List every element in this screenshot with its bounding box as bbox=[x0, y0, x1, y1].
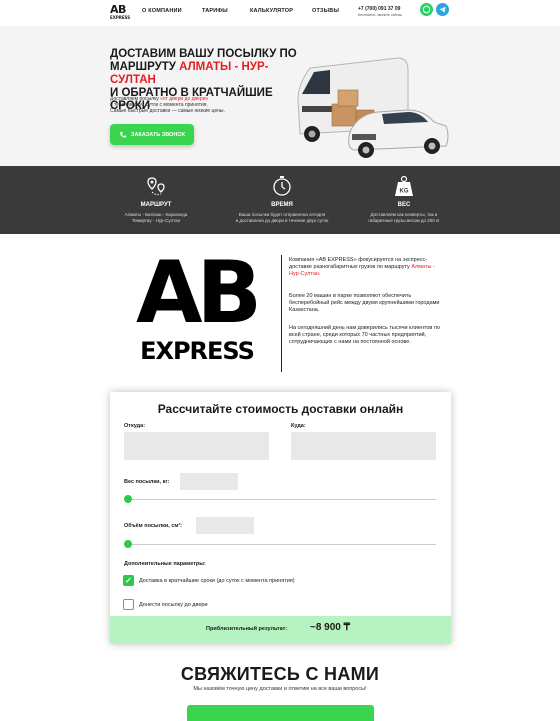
logo-wordmark: EXPRESS bbox=[110, 15, 131, 20]
feature-weight-line2: габаритные грузы весом до 200 кг bbox=[368, 218, 440, 223]
about-logo-wordmark: EXPRESS bbox=[140, 337, 255, 365]
feature-time-title: ВРЕМЯ bbox=[271, 202, 293, 208]
fast-delivery-label: Доставка в кратчайшие сроки (до суток с … bbox=[139, 578, 295, 584]
feature-route-line1: Алматы - Балхаш - Караганда bbox=[124, 212, 188, 217]
logo[interactable]: AB EXPRESS bbox=[110, 4, 130, 20]
nav-calculator[interactable]: КАЛЬКУЛЯТОР bbox=[250, 8, 293, 14]
route-pin-icon bbox=[147, 177, 165, 196]
order-call-button[interactable]: ЗАКАЗАТЬ ЗВОНОК bbox=[110, 124, 194, 145]
svg-text:KG: KG bbox=[400, 189, 409, 195]
volume-label: Объём посылки, см³: bbox=[124, 523, 183, 529]
telegram-icon[interactable] bbox=[436, 3, 449, 16]
feature-weight-desc: Доставляем как конверты, так и габаритны… bbox=[334, 212, 474, 224]
feature-weight-line1: Доставляем как конверты, так и bbox=[370, 212, 438, 217]
hero-description: Доставляем посылку «от двери до двери» в… bbox=[110, 96, 285, 114]
weight-kg-icon: KG bbox=[395, 175, 413, 196]
hero-title-line1: ДОСТАВИМ ВАШУ ПОСЫЛКУ ПО bbox=[110, 48, 297, 60]
feature-route-desc: Алматы - Балхаш - Караганда Темиртау - Н… bbox=[86, 212, 226, 224]
door-delivery-label: Донести посылку до двери bbox=[139, 602, 208, 608]
weight-slider-track[interactable] bbox=[124, 499, 436, 500]
calculator-title: Рассчитайте стоимость доставки онлайн bbox=[157, 402, 404, 416]
weight-slider-handle[interactable] bbox=[124, 495, 132, 503]
check-icon: ✓ bbox=[125, 576, 132, 585]
about-paragraph-2: Более 20 машин в парке позволяют обеспеч… bbox=[289, 293, 440, 313]
result-label: Приблизительный результат: bbox=[206, 626, 288, 632]
features-band: МАРШРУТ Алматы - Балхаш - Караганда Теми… bbox=[0, 166, 560, 234]
feature-time-line2: и доставлена до двери в течение двух сут… bbox=[235, 218, 329, 223]
from-input[interactable] bbox=[124, 432, 269, 460]
hero-text-line3: Самые быстрые доставки — самые низкие це… bbox=[110, 108, 225, 114]
feature-time-desc: Ваша посылка будет отправлена сегодня и … bbox=[212, 212, 352, 224]
fast-delivery-checkbox[interactable]: ✓ bbox=[123, 575, 134, 586]
result-bar: Приблизительный результат: ~8 900 ₸ bbox=[110, 616, 451, 644]
contact-title: СВЯЖИТЕСЬ С НАМИ bbox=[180, 664, 380, 684]
extra-params-label: Дополнительные параметры: bbox=[124, 561, 206, 567]
feature-route-title: МАРШРУТ bbox=[140, 202, 172, 208]
weight-label: Вес посылки, кг: bbox=[124, 479, 170, 485]
nav-about[interactable]: О КОМПАНИИ bbox=[142, 8, 182, 14]
delivery-calculator: Рассчитайте стоимость доставки онлайн От… bbox=[110, 392, 451, 644]
about-p1-end: . bbox=[318, 271, 321, 277]
phone-icon bbox=[120, 131, 127, 138]
to-label: Куда: bbox=[291, 423, 306, 429]
feature-time-line1: Ваша посылка будет отправлена сегодня bbox=[238, 212, 326, 217]
volume-input[interactable] bbox=[196, 517, 254, 534]
about-p1-text: Компания «AB EXPRESS» фокусируется на эк… bbox=[289, 257, 428, 270]
feature-weight-title: ВЕС bbox=[397, 202, 411, 208]
whatsapp-icon[interactable] bbox=[420, 3, 433, 16]
contact-button[interactable] bbox=[187, 705, 374, 721]
nav-tariffs[interactable]: ТАРИФЫ bbox=[202, 8, 228, 14]
contact-subtitle: Мы назовём точную цену доставки и ответи… bbox=[193, 686, 367, 692]
feature-route-line2: Темиртау - Нур-Султан bbox=[131, 218, 181, 223]
to-input[interactable] bbox=[291, 432, 436, 460]
result-value: ~8 900 ₸ bbox=[310, 622, 351, 633]
order-call-label: ЗАКАЗАТЬ ЗВОНОК bbox=[131, 131, 185, 138]
hero-vehicles-image bbox=[297, 57, 449, 158]
hero-title-line2: МАРШРУТУ bbox=[110, 61, 180, 73]
about-divider bbox=[281, 255, 282, 372]
about-logo-mark: AB bbox=[135, 243, 262, 343]
nav-reviews[interactable]: ОТЗЫВЫ bbox=[312, 8, 339, 14]
door-delivery-checkbox[interactable] bbox=[123, 599, 134, 610]
from-label: Откуда: bbox=[124, 423, 146, 429]
header: AB EXPRESS О КОМПАНИИ ТАРИФЫ КАЛЬКУЛЯТОР… bbox=[0, 0, 560, 26]
weight-input[interactable] bbox=[180, 473, 238, 490]
volume-slider-track[interactable] bbox=[124, 544, 436, 545]
about-paragraph-1: Компания «AB EXPRESS» фокусируется на эк… bbox=[289, 257, 441, 278]
phone-note: Бесплатно, звоните сейчас bbox=[358, 13, 403, 17]
stopwatch-icon bbox=[273, 176, 291, 196]
about-paragraph-3: На сегодняшний день нам доверились тысяч… bbox=[289, 325, 440, 345]
phone-number[interactable]: +7 (700) 091 37 09 bbox=[358, 6, 400, 12]
volume-slider-handle[interactable] bbox=[124, 540, 132, 548]
logo-mark: AB bbox=[110, 3, 126, 16]
